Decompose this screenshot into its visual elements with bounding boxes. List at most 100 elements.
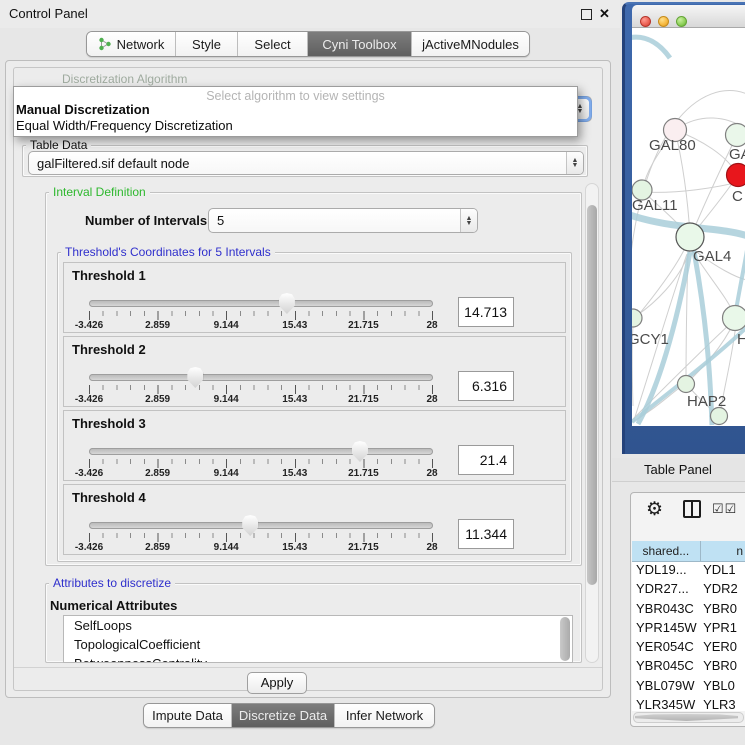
algorithm-option[interactable]: Manual Discretization [14,102,577,118]
slider-major-ticks [89,311,434,320]
threshold-label: Threshold 3 [72,416,146,431]
tab-impute-data[interactable]: Impute Data [144,704,231,727]
threshold-panel-1: Threshold 1-3.4262.8599.14415.4321.71528… [63,262,566,333]
app-window: Control Panel ✕ NetworkStyleSelectCyni T… [0,0,745,745]
discretization-algorithm-label: Discretization Algorithm [58,72,191,86]
tab-infer-network[interactable]: Infer Network [334,704,434,727]
apply-button[interactable]: Apply [247,672,307,694]
table-row[interactable]: YPR145WYPR1 [632,620,745,639]
algorithm-option[interactable]: Equal Width/Frequency Discretization [14,118,577,134]
number-of-intervals-combo[interactable]: 5 ▲▼ [208,208,478,233]
table-row[interactable]: YER054CYER0 [632,639,745,658]
network-node-label: GCY1 [632,331,669,348]
threshold-value-field[interactable]: 11.344 [458,519,514,549]
network-node-hap2[interactable] [678,376,695,393]
tick-label: 2.859 [145,542,170,553]
network-node[interactable] [711,408,728,425]
attribute-list-item[interactable]: TopologicalCoefficient [64,635,572,654]
threshold-value-field[interactable]: 21.4 [458,445,514,475]
slider-track[interactable] [89,448,433,455]
tab-cyni-toolbox[interactable]: Cyni Toolbox [307,32,411,56]
gear-icon[interactable]: ⚙ [646,498,663,521]
cell-name: YLR3 [701,697,745,711]
node-attribute-table[interactable]: shared...nYDL19...YDL1YDR27...YDR2YBR043… [632,541,745,711]
column-header-name[interactable]: n [701,541,745,561]
column-header-shared-name[interactable]: shared... [632,541,701,561]
tick-label: -3.426 [75,542,103,553]
threshold-label: Threshold 1 [72,268,146,283]
table-panel-title: Table Panel [644,462,712,477]
attribute-list-item[interactable]: BetweennessCentrality [64,654,572,663]
network-window-titlebar[interactable] [632,5,745,28]
cell-name: YDL1 [701,562,745,581]
table-panel-toolbar: ⚙ ☑☑ [630,494,745,528]
table-data-label: Table Data [26,138,91,152]
tab-label: jActiveMNodules [422,37,519,52]
divider [14,667,602,668]
slider-major-ticks [89,385,434,394]
network-node-label: H [737,331,745,348]
zoom-traffic-light-icon[interactable] [676,16,687,27]
tick-label: 28 [426,542,437,553]
bottom-tab-bar: Impute DataDiscretize Data Infer Network [143,703,435,728]
table-row[interactable]: YLR345WYLR3 [632,697,745,711]
cell-name: YPR1 [701,620,745,639]
network-canvas[interactable]: GAL80GACGAL11GAL4GCY1HHAP2 [632,28,745,426]
cell-name: YER0 [701,639,745,658]
stepper-icon[interactable]: ▲▼ [460,209,477,232]
cell-shared-name: YLR345W [632,697,701,711]
network-node-label: GAL11 [632,197,678,214]
network-node-gal4[interactable] [676,223,704,251]
attributes-list-scrollbar[interactable] [560,617,570,661]
network-node-ga[interactable] [726,124,745,147]
table-panel-titlebar: Table Panel [612,458,745,482]
split-columns-icon[interactable] [683,500,701,518]
tab-jactivemnodules[interactable]: jActiveMNodules [411,32,529,56]
table-data-combo[interactable]: galFiltered.sif default node ▲▼ [28,151,584,175]
close-traffic-light-icon[interactable] [640,16,651,27]
network-edge-thick[interactable] [632,37,670,58]
threshold-label: Threshold 4 [72,490,146,505]
attribute-list-item[interactable]: SelfLoops [64,616,572,635]
numerical-attributes-list[interactable]: SelfLoopsTopologicalCoefficientBetweenne… [63,615,573,663]
tick-label: 21.715 [348,542,379,553]
table-row[interactable]: YDL19...YDL1 [632,562,745,581]
tick-label: -3.426 [75,320,103,331]
slider-track[interactable] [89,300,433,307]
tab-select[interactable]: Select [237,32,307,56]
tick-label: 2.859 [145,394,170,405]
threshold-value-field[interactable]: 14.713 [458,297,514,327]
table-row[interactable]: YDR27...YDR2 [632,581,745,600]
float-window-icon[interactable] [581,9,592,20]
cell-name: YBR0 [701,601,745,620]
tab-discretize-data[interactable]: Discretize Data [231,704,334,727]
threshold-value-field[interactable]: 6.316 [458,371,514,401]
network-node-c[interactable] [727,164,745,187]
minimize-traffic-light-icon[interactable] [658,16,669,27]
tick-label: 9.144 [214,468,239,479]
table-row[interactable]: YBR045CYBR0 [632,658,745,677]
table-row[interactable]: YBR043CYBR0 [632,601,745,620]
interval-definition-label: Interval Definition [49,185,150,199]
threshold-panel-2: Threshold 2-3.4262.8599.14415.4321.71528… [63,336,566,407]
tick-label: 15.43 [282,394,307,405]
tick-label: 21.715 [348,320,379,331]
table-hscrollbar-thumb[interactable] [635,714,738,721]
tick-label: 2.859 [145,468,170,479]
tick-label: 15.43 [282,468,307,479]
tab-style[interactable]: Style [175,32,237,56]
table-hscrollbar[interactable] [633,712,744,723]
thresholds-group-label: Threshold's Coordinates for 5 Intervals [61,245,275,259]
slider-track[interactable] [89,522,433,529]
tab-label: Infer Network [346,708,423,723]
panel-scrollbar-thumb[interactable] [587,205,597,585]
select-columns-checkboxes-icon[interactable]: ☑☑ [712,501,737,517]
cell-name: YBL0 [701,678,745,697]
numerical-attributes-label: Numerical Attributes [50,598,177,613]
slider-track[interactable] [89,374,433,381]
table-row[interactable]: YBL079WYBL0 [632,678,745,697]
network-node-h[interactable] [723,306,745,331]
tab-network[interactable]: Network [87,32,175,56]
close-icon[interactable]: ✕ [599,6,610,22]
stepper-icon[interactable]: ▲▼ [566,152,583,174]
